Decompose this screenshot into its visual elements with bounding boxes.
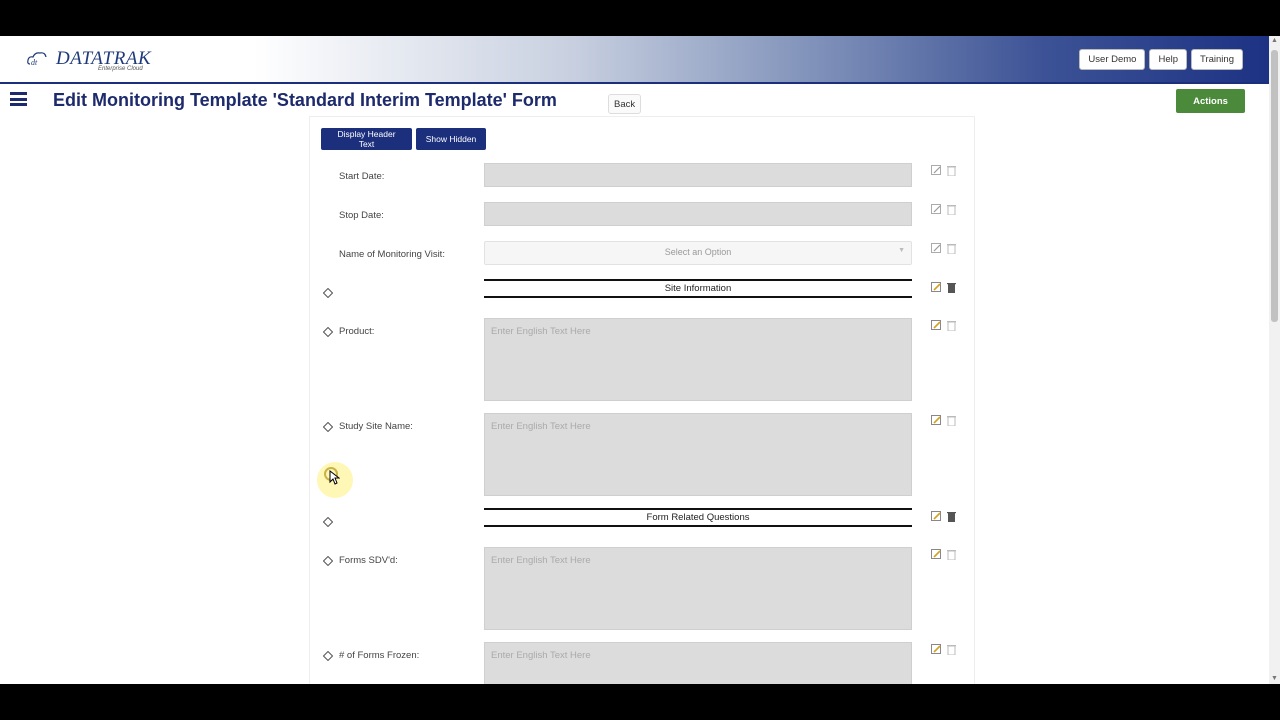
study-site-name-label: Study Site Name: bbox=[339, 421, 413, 432]
product-textarea[interactable]: Enter English Text Here bbox=[484, 318, 912, 401]
delete-trash-icon[interactable] bbox=[947, 204, 956, 215]
edit-pencil-icon[interactable] bbox=[931, 320, 942, 331]
user-demo-button[interactable]: User Demo bbox=[1079, 49, 1146, 70]
display-header-text-button[interactable]: Display Header Text bbox=[321, 128, 412, 150]
training-button[interactable]: Training bbox=[1191, 49, 1243, 70]
form-related-questions-section-header: Form Related Questions bbox=[484, 508, 912, 527]
mouse-cursor-icon bbox=[329, 470, 340, 485]
diamond-reorder-icon[interactable] bbox=[323, 651, 333, 661]
monitoring-visit-select[interactable]: Select an Option ▼ bbox=[484, 241, 912, 265]
delete-trash-icon[interactable] bbox=[947, 282, 956, 293]
edit-pencil-icon[interactable] bbox=[931, 644, 942, 655]
site-information-section-header: Site Information bbox=[484, 279, 912, 298]
cloud-logo-icon: dt bbox=[27, 52, 47, 67]
diamond-reorder-icon[interactable] bbox=[323, 556, 333, 566]
stop-date-field[interactable] bbox=[484, 202, 912, 226]
section-title: Site Information bbox=[664, 283, 732, 294]
textarea-placeholder: Enter English Text Here bbox=[491, 421, 591, 432]
delete-trash-icon[interactable] bbox=[947, 644, 956, 655]
browser-viewport: dt DATATRAK Enterprise Cloud User Demo H… bbox=[0, 36, 1280, 684]
forms-frozen-label: # of Forms Frozen: bbox=[339, 650, 420, 661]
top-nav-buttons: User Demo Help Training bbox=[1079, 49, 1243, 70]
textarea-placeholder: Enter English Text Here bbox=[491, 326, 591, 337]
scroll-down-icon[interactable]: ▼ bbox=[1271, 674, 1278, 684]
edit-pencil-icon[interactable] bbox=[931, 511, 942, 522]
forms-sdvd-label: Forms SDV'd: bbox=[339, 555, 398, 566]
scroll-up-icon[interactable]: ▲ bbox=[1271, 36, 1278, 46]
edit-pencil-icon[interactable] bbox=[931, 243, 942, 254]
delete-trash-icon[interactable] bbox=[947, 165, 956, 176]
actions-button[interactable]: Actions bbox=[1176, 89, 1245, 113]
edit-pencil-icon[interactable] bbox=[931, 204, 942, 215]
datatrak-logo[interactable]: dt DATATRAK Enterprise Cloud bbox=[26, 48, 151, 74]
diamond-reorder-icon[interactable] bbox=[323, 327, 333, 337]
vertical-scrollbar[interactable]: ▲ ▼ bbox=[1269, 36, 1280, 684]
diamond-reorder-icon[interactable] bbox=[323, 288, 333, 298]
textarea-placeholder: Enter English Text Here bbox=[491, 650, 591, 661]
form-editor-panel: Display Header Text Show Hidden Start Da… bbox=[309, 116, 975, 684]
study-site-name-textarea[interactable]: Enter English Text Here bbox=[484, 413, 912, 496]
diamond-reorder-icon[interactable] bbox=[323, 517, 333, 527]
diamond-reorder-icon[interactable] bbox=[323, 422, 333, 432]
delete-trash-icon[interactable] bbox=[947, 511, 956, 522]
stop-date-label: Stop Date: bbox=[339, 210, 384, 221]
delete-trash-icon[interactable] bbox=[947, 320, 956, 331]
svg-text:dt: dt bbox=[31, 58, 38, 67]
delete-trash-icon[interactable] bbox=[947, 549, 956, 560]
delete-trash-icon[interactable] bbox=[947, 243, 956, 254]
show-hidden-button[interactable]: Show Hidden bbox=[416, 128, 486, 150]
start-date-label: Start Date: bbox=[339, 171, 385, 182]
app-header: dt DATATRAK Enterprise Cloud User Demo H… bbox=[0, 36, 1269, 84]
start-date-field[interactable] bbox=[484, 163, 912, 187]
edit-pencil-icon[interactable] bbox=[931, 282, 942, 293]
hamburger-menu-icon[interactable] bbox=[10, 92, 27, 106]
page-title: Edit Monitoring Template 'Standard Inter… bbox=[53, 90, 557, 110]
chevron-down-icon: ▼ bbox=[898, 247, 905, 254]
delete-trash-icon[interactable] bbox=[947, 415, 956, 426]
forms-frozen-textarea[interactable]: Enter English Text Here bbox=[484, 642, 912, 684]
textarea-placeholder: Enter English Text Here bbox=[491, 555, 591, 566]
edit-pencil-icon[interactable] bbox=[931, 165, 942, 176]
edit-pencil-icon[interactable] bbox=[931, 415, 942, 426]
scrollbar-thumb[interactable] bbox=[1271, 50, 1278, 322]
help-button[interactable]: Help bbox=[1149, 49, 1188, 70]
section-title: Form Related Questions bbox=[646, 512, 750, 523]
select-placeholder: Select an Option bbox=[664, 247, 732, 257]
edit-pencil-icon[interactable] bbox=[931, 549, 942, 560]
product-label: Product: bbox=[339, 326, 375, 337]
forms-sdvd-textarea[interactable]: Enter English Text Here bbox=[484, 547, 912, 630]
monitoring-visit-label: Name of Monitoring Visit: bbox=[339, 249, 445, 260]
logo-subtitle: Enterprise Cloud bbox=[98, 66, 143, 72]
back-button[interactable]: Back bbox=[608, 94, 642, 114]
